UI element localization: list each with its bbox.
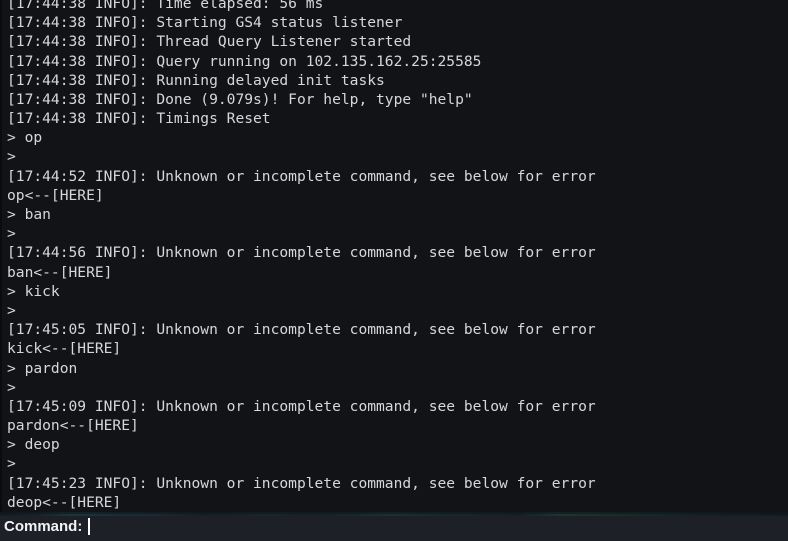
console-line: > (7, 378, 16, 396)
console-line: [17:44:38 INFO]: Time elapsed: 56 ms (7, 0, 324, 12)
command-bar[interactable]: Command: (0, 512, 788, 541)
console-line: [17:44:38 INFO]: Timings Reset (7, 110, 271, 128)
text-caret (88, 518, 91, 535)
console-line: > (7, 148, 16, 166)
console-line: [17:44:38 INFO]: Starting GS4 status lis… (7, 14, 403, 32)
console-line: pardon<--[HERE] (7, 417, 139, 435)
server-console-window: [17:44:38 INFO]: Time elapsed: 56 ms [17:… (0, 0, 788, 541)
console-line: > ban (7, 206, 51, 223)
console-line: [17:44:38 INFO]: Running delayed init ta… (7, 71, 385, 89)
console-line: [17:44:38 INFO]: Done (9.079s)! For help… (7, 90, 473, 108)
console-log-list: [17:44:38 INFO]: Time elapsed: 56 ms [17:… (2, 0, 788, 512)
console-line: [17:45:09 INFO]: Unknown or incomplete c… (7, 397, 596, 415)
console-line: [17:44:56 INFO]: Unknown or incomplete c… (7, 244, 596, 262)
console-line: [17:45:23 INFO]: Unknown or incomplete c… (7, 474, 596, 492)
console-line: > deop (7, 436, 60, 454)
console-line: > op (7, 129, 43, 147)
console-line: [17:44:38 INFO]: Thread Query Listener s… (7, 33, 412, 51)
console-line: > (7, 225, 16, 243)
command-input[interactable] (82, 512, 788, 541)
console-line: > kick (7, 282, 60, 300)
console-line: [17:45:05 INFO]: Unknown or incomplete c… (7, 321, 596, 339)
command-label: Command: (4, 518, 83, 535)
console-line: kick<--[HERE] (7, 340, 122, 358)
console-line: deop<--[HERE] (7, 493, 122, 511)
console-line: > pardon (7, 359, 78, 377)
console-line: [17:44:52 INFO]: Unknown or incomplete c… (7, 167, 596, 185)
console-line: [17:44:38 INFO]: Query running on 102.13… (7, 52, 482, 70)
console-line: > (7, 301, 16, 319)
console-line: op<--[HERE] (7, 186, 104, 204)
console-line: ban<--[HERE] (7, 263, 113, 281)
console-output-area[interactable]: [17:44:38 INFO]: Time elapsed: 56 ms [17:… (0, 0, 788, 512)
console-line: > (7, 455, 16, 473)
